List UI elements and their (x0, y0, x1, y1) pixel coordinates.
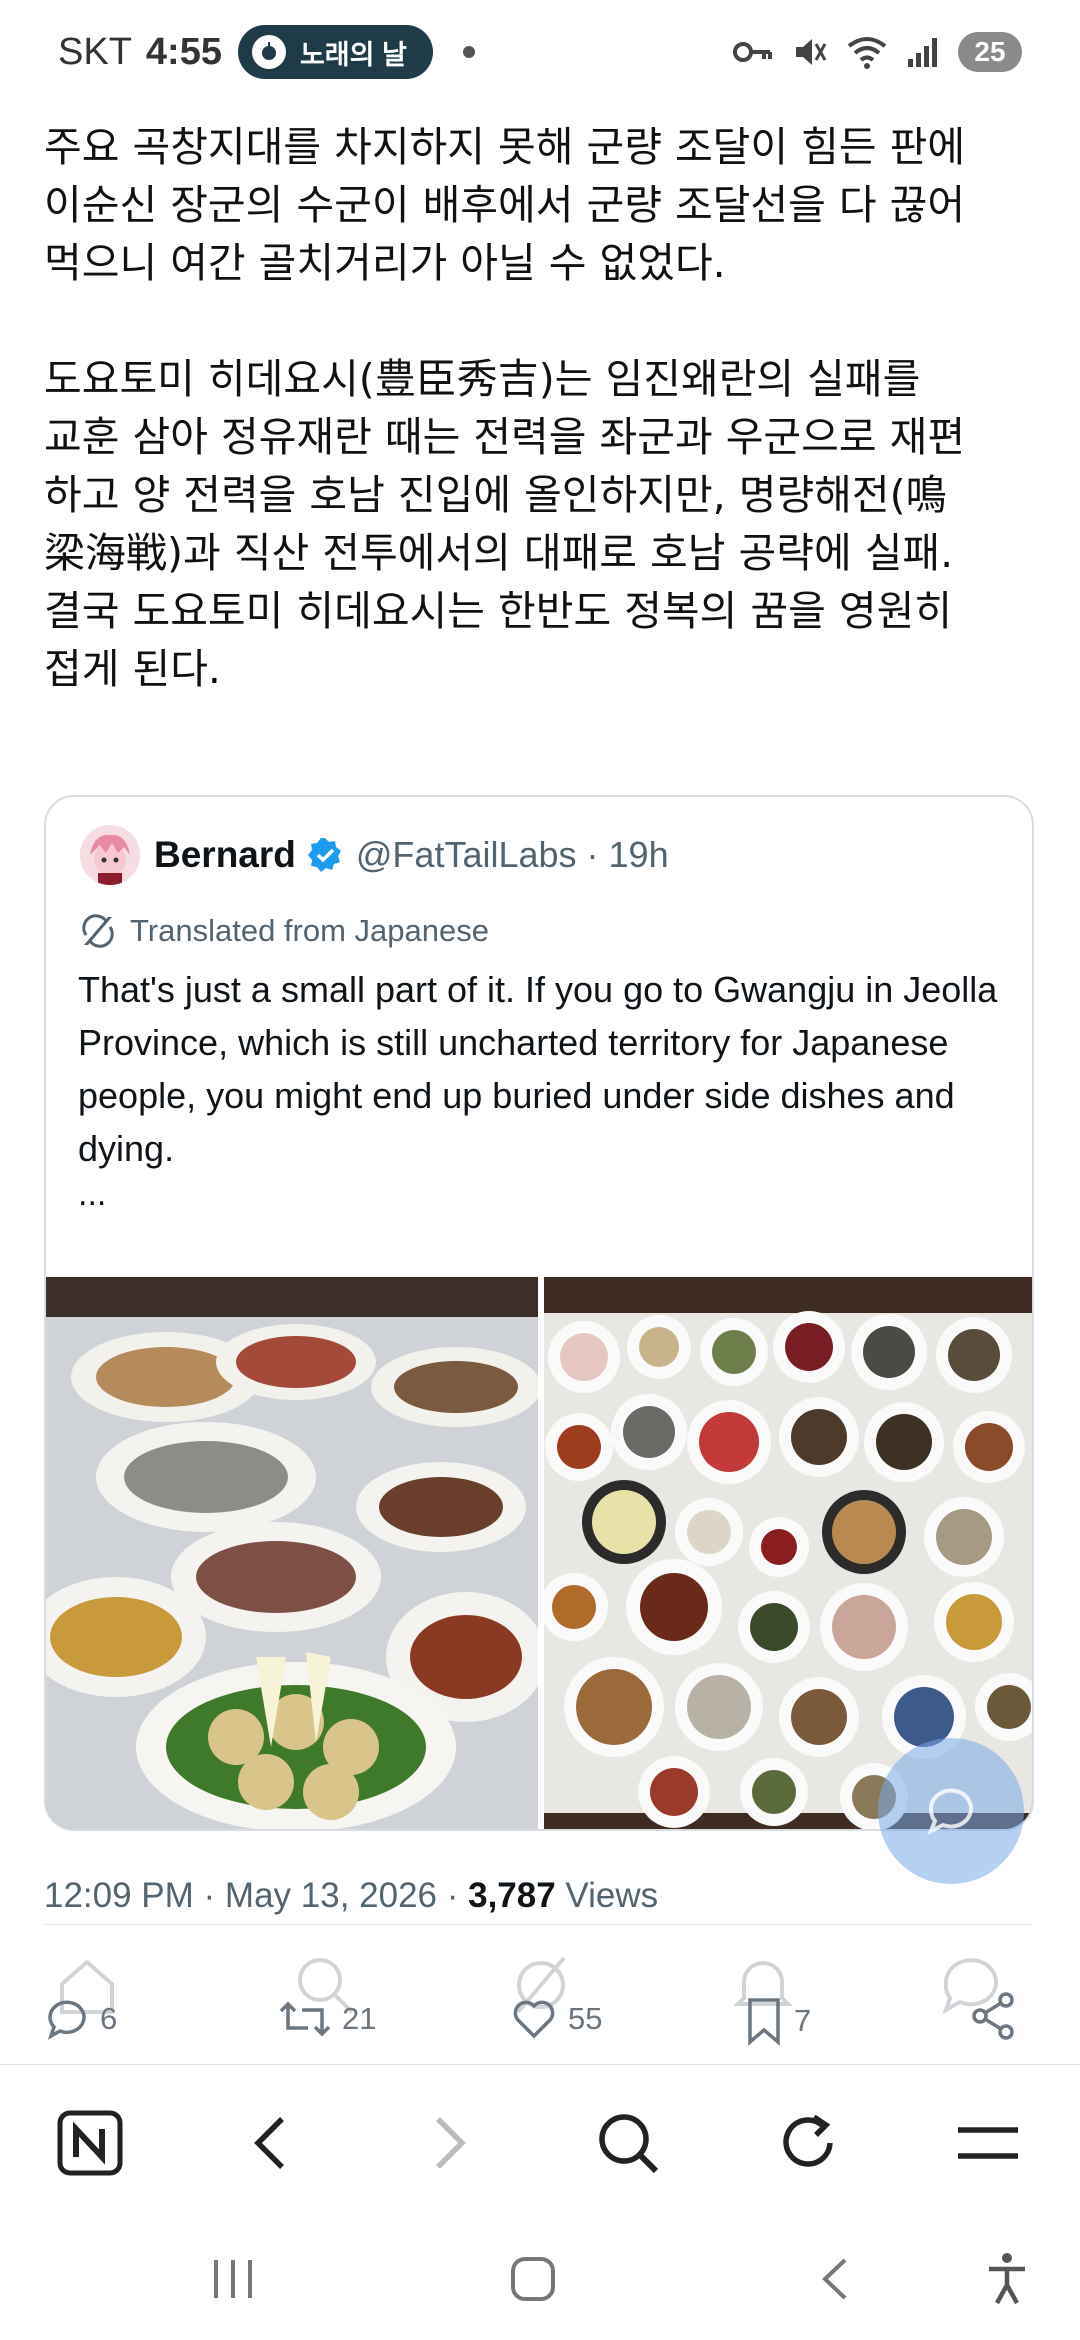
quoted-post-card[interactable]: Bernard @FatTailLabs · 19h Translated fr… (44, 795, 1034, 1831)
battery-indicator: 25 (958, 32, 1022, 72)
status-bar: SKT 4:55 노래의 날 25 (0, 0, 1080, 104)
show-more-ellipsis[interactable]: ... (78, 1175, 106, 1214)
like-count: 55 (568, 2001, 603, 2036)
heart-icon (513, 2000, 555, 2039)
accessibility-icon (989, 2253, 1025, 2305)
food-photo-left[interactable] (46, 1277, 538, 1829)
bookmark-icon (748, 1998, 780, 2046)
naver-n-icon (57, 2110, 123, 2176)
repost-count: 21 (342, 2001, 377, 2036)
browser-forward-button[interactable] (412, 2105, 488, 2181)
status-time: 4:55 (145, 30, 222, 73)
reply-icon (47, 2000, 86, 2040)
browser-search-button[interactable] (590, 2105, 666, 2181)
search-icon (599, 2114, 659, 2174)
verified-badge-icon (307, 838, 341, 872)
mute-icon (796, 39, 827, 65)
share-button[interactable] (968, 1990, 1030, 2042)
wifi-icon (847, 37, 887, 69)
post-timestamp: 12:09 PM · May 13, 2026 · (44, 1876, 469, 1915)
reply-count: 6 (100, 2001, 118, 2036)
menu-icon (958, 2127, 1018, 2159)
chat-bubble-icon (927, 1788, 973, 1836)
browser-toolbar (0, 2064, 1080, 2214)
back-icon (254, 2117, 284, 2169)
divider (44, 1924, 1034, 1925)
home-button[interactable] (498, 2244, 568, 2314)
status-icons: 25 (732, 32, 1022, 72)
accessibility-button[interactable] (972, 2244, 1042, 2314)
translated-label: Translated from Japanese (130, 913, 489, 948)
recent-apps-icon (214, 2260, 252, 2298)
avatar[interactable] (80, 825, 140, 885)
reply-button[interactable]: 6 (44, 1996, 117, 2042)
signal-icon (908, 38, 937, 67)
like-button[interactable]: 55 (510, 1996, 602, 2042)
author-name[interactable]: Bernard (154, 834, 296, 876)
share-icon (972, 1992, 1014, 2040)
media-pill-label: 노래의 날 (299, 39, 407, 70)
article-body: 주요 곡창지대를 차지하지 못해 군량 조달이 힘든 판에 이순신 장군의 수군… (44, 118, 1034, 698)
notification-dot (462, 46, 475, 58)
translation-notice[interactable]: Translated from Japanese (80, 913, 489, 949)
bookmark-button[interactable]: 7 (744, 1996, 811, 2046)
browser-refresh-button[interactable] (770, 2105, 846, 2181)
post-age: · 19h (586, 834, 669, 875)
media-notification-pill[interactable]: 노래의 날 (237, 25, 433, 79)
system-back-button[interactable] (800, 2244, 870, 2314)
recent-apps-button[interactable] (198, 2244, 268, 2314)
post-meta: 12:09 PM · May 13, 2026 · 3,787 Views (44, 1876, 658, 1916)
article-paragraph: 도요토미 히데요시(豊臣秀吉)는 임진왜란의 실패를 교훈 삼아 정유재란 때는… (44, 355, 966, 693)
key-icon (733, 42, 772, 62)
carrier-label: SKT (58, 30, 132, 73)
browser-menu-button[interactable] (950, 2105, 1026, 2181)
home-icon (511, 2257, 555, 2301)
system-back-icon (822, 2258, 847, 2300)
views-count: 3,787 (468, 1876, 556, 1915)
translate-icon (82, 914, 114, 948)
quoted-post-header: Bernard @FatTailLabs · 19h (80, 823, 669, 887)
forward-icon (436, 2117, 466, 2169)
refresh-icon (783, 2114, 833, 2167)
music-app-icon (251, 35, 286, 69)
repost-button[interactable]: 21 (278, 1996, 376, 2042)
author-handle[interactable]: @FatTailLabs (356, 834, 577, 876)
repost-icon (279, 2001, 331, 2037)
views-label: Views (555, 1876, 659, 1915)
post-actions: 6 21 55 7 (44, 1956, 1034, 2070)
naver-home-button[interactable] (52, 2105, 128, 2181)
system-navigation-bar (0, 2214, 1080, 2340)
compose-fab[interactable] (878, 1738, 1024, 1884)
article-paragraph: 주요 곡창지대를 차지하지 못해 군량 조달이 힘든 판에 이순신 장군의 수군… (44, 123, 966, 287)
quoted-post-text: That's just a small part of it. If you g… (78, 969, 998, 1169)
browser-back-button[interactable] (232, 2105, 308, 2181)
bookmark-count: 7 (794, 2003, 812, 2038)
